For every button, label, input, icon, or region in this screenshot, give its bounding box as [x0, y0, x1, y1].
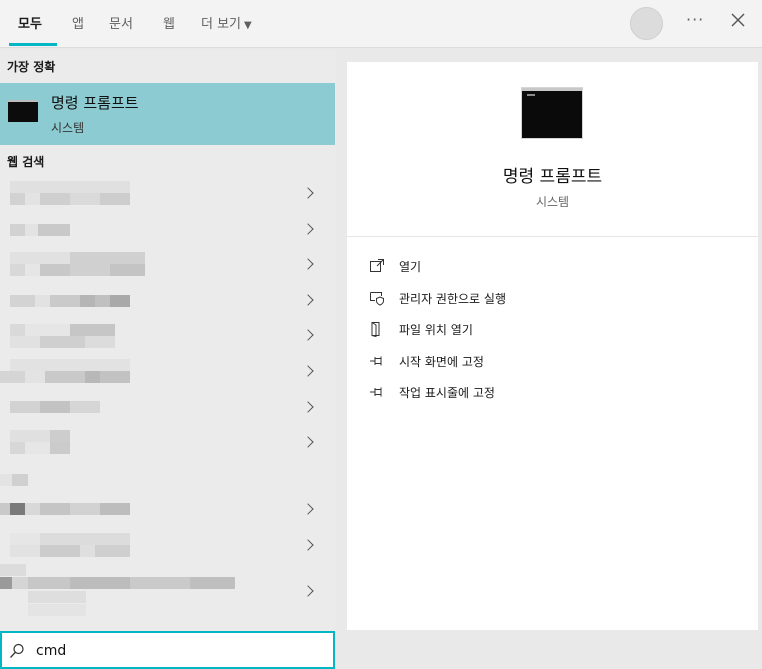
tab-apps[interactable]: 앱	[72, 13, 84, 32]
blurred-content	[10, 324, 115, 336]
web-result-row[interactable]	[0, 564, 335, 620]
blurred-content	[10, 295, 130, 307]
open-icon	[370, 259, 384, 272]
chevron-right-icon	[302, 223, 314, 235]
close-icon[interactable]	[729, 11, 747, 29]
caret-down-icon: ▼	[244, 20, 252, 31]
blurred-content	[10, 336, 115, 348]
chevron-right-icon	[302, 436, 314, 448]
action-label: 열기	[399, 260, 422, 274]
blurred-content	[10, 545, 130, 557]
blurred-content	[10, 264, 145, 276]
pin-taskbar-icon	[370, 387, 382, 397]
avatar[interactable]	[630, 7, 663, 40]
blurred-content	[10, 181, 130, 193]
command-prompt-large-icon	[522, 88, 582, 138]
blurred-content	[28, 604, 86, 616]
chevron-right-icon	[302, 187, 314, 199]
best-match-title: 명령 프롬프트	[51, 94, 139, 112]
chevron-right-icon	[302, 539, 314, 551]
search-icon	[10, 643, 24, 658]
blurred-content	[0, 564, 26, 576]
action-label: 파일 위치 열기	[399, 323, 473, 337]
web-result-row[interactable]	[0, 529, 335, 563]
best-match-item[interactable]: 명령 프롬프트 시스템	[0, 83, 335, 145]
chevron-right-icon	[302, 294, 314, 306]
detail-subtitle: 시스템	[535, 195, 570, 209]
action-label: 작업 표시줄에 고정	[399, 386, 495, 400]
best-match-header: 가장 정확	[7, 60, 56, 74]
blurred-content	[10, 442, 70, 454]
action-label: 시작 화면에 고정	[399, 355, 484, 369]
web-result-row[interactable]	[0, 391, 335, 425]
tab-web[interactable]: 웹	[163, 13, 175, 32]
blurred-content	[10, 533, 130, 545]
tab-more-label: 더 보기	[201, 17, 242, 32]
chevron-right-icon	[302, 503, 314, 515]
search-box[interactable]: cmd	[0, 631, 335, 669]
tab-all[interactable]: 모두	[18, 13, 42, 32]
blurred-content	[28, 591, 86, 603]
web-result-row[interactable]	[0, 355, 335, 389]
blurred-content	[10, 401, 100, 413]
cursor-mark	[527, 94, 535, 96]
blurred-content	[0, 577, 235, 589]
web-result-row[interactable]	[0, 177, 335, 211]
web-result-row[interactable]	[0, 213, 335, 247]
blurred-content	[10, 252, 145, 264]
chevron-right-icon	[302, 365, 314, 377]
web-result-row[interactable]	[0, 319, 335, 353]
command-prompt-icon	[8, 100, 38, 122]
blurred-content	[10, 359, 130, 371]
web-result-row[interactable]	[0, 493, 335, 527]
web-result-row[interactable]	[0, 462, 335, 492]
blurred-content	[0, 474, 28, 486]
web-result-row[interactable]	[0, 248, 335, 282]
blurred-content	[0, 371, 130, 383]
tab-more-dropdown[interactable]: 더 보기 ▼	[201, 13, 252, 32]
run-as-admin-icon	[370, 292, 384, 306]
blurred-content	[10, 193, 130, 205]
tab-documents[interactable]: 문서	[109, 13, 133, 32]
active-tab-indicator	[9, 43, 57, 46]
web-search-header: 웹 검색	[7, 155, 45, 169]
divider	[347, 236, 758, 237]
search-input[interactable]: cmd	[36, 643, 66, 659]
best-match-subtitle: 시스템	[51, 121, 85, 135]
action-label: 관리자 권한으로 실행	[399, 292, 506, 306]
file-location-icon	[371, 322, 380, 337]
search-filter-bar: 모두 앱 문서 웹 더 보기 ▼ ···	[0, 0, 762, 48]
blurred-content	[10, 224, 70, 236]
chevron-right-icon	[302, 585, 314, 597]
results-pane: 가장 정확 명령 프롬프트 시스템 웹 검색	[0, 49, 336, 631]
detail-pane: 명령 프롬프트 시스템 열기 관리자 권한으로 실행 파일 위치 열기 시작 화…	[347, 62, 758, 630]
chevron-right-icon	[302, 258, 314, 270]
pin-start-icon	[370, 356, 382, 366]
web-result-row[interactable]	[0, 426, 335, 460]
blurred-content	[0, 503, 130, 515]
ellipsis-icon[interactable]: ···	[686, 10, 704, 29]
chevron-right-icon	[302, 401, 314, 413]
chevron-right-icon	[302, 329, 314, 341]
detail-title: 명령 프롬프트	[502, 167, 603, 187]
web-result-row[interactable]	[0, 284, 335, 318]
blurred-content	[10, 430, 70, 442]
